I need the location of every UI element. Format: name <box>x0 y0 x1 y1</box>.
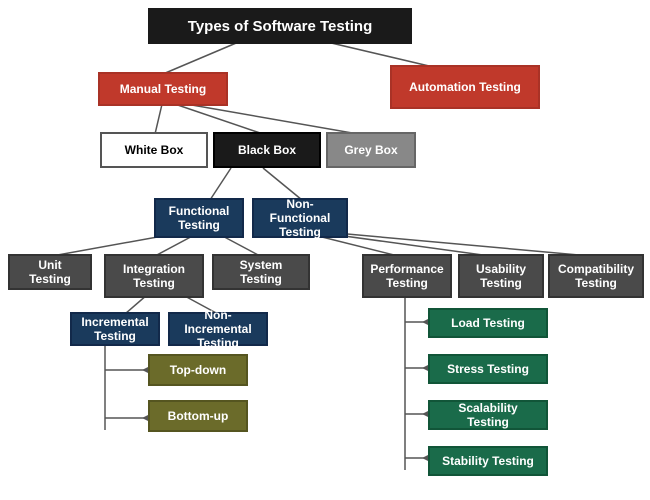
bottomup-node: Bottom-up <box>148 400 248 432</box>
performance-testing-node: Performance Testing <box>362 254 452 298</box>
nonincremental-testing-node: Non-Incremental Testing <box>168 312 268 346</box>
whitebox-node: White Box <box>100 132 208 168</box>
stress-testing-node: Stress Testing <box>428 354 548 384</box>
diagram: Types of Software Testing Manual Testing… <box>0 0 650 500</box>
nonfunctional-testing-node: Non-Functional Testing <box>252 198 348 238</box>
blackbox-node: Black Box <box>213 132 321 168</box>
integration-testing-node: Integration Testing <box>104 254 204 298</box>
unit-testing-node: Unit Testing <box>8 254 92 290</box>
manual-testing-node: Manual Testing <box>98 72 228 106</box>
greybox-node: Grey Box <box>326 132 416 168</box>
system-testing-node: System Testing <box>212 254 310 290</box>
scalability-testing-node: Scalability Testing <box>428 400 548 430</box>
compatibility-testing-node: Compatibility Testing <box>548 254 644 298</box>
stability-testing-node: Stability Testing <box>428 446 548 476</box>
topdown-node: Top-down <box>148 354 248 386</box>
load-testing-node: Load Testing <box>428 308 548 338</box>
usability-testing-node: Usability Testing <box>458 254 544 298</box>
title-node: Types of Software Testing <box>148 8 412 44</box>
incremental-testing-node: Incremental Testing <box>70 312 160 346</box>
functional-testing-node: Functional Testing <box>154 198 244 238</box>
automation-testing-node: Automation Testing <box>390 65 540 109</box>
